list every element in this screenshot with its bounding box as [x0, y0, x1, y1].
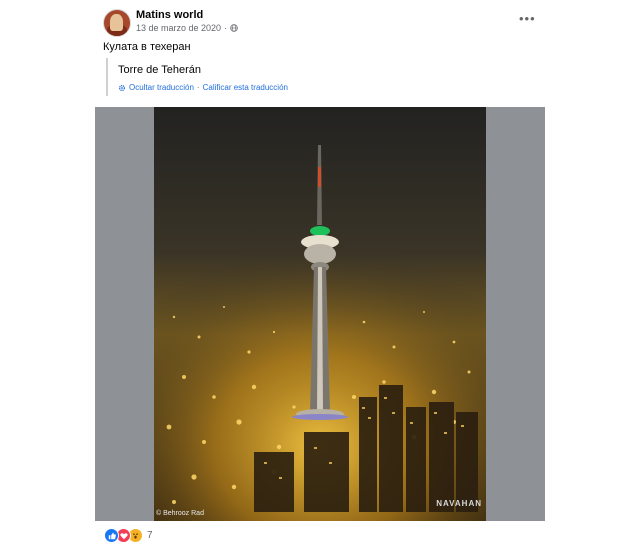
reactions-bar[interactable]: 7 [104, 528, 153, 543]
globe-icon [230, 24, 238, 32]
post-text: Кулата в техеран [103, 41, 191, 53]
author-avatar[interactable] [103, 9, 131, 37]
post-photo[interactable]: © Behrooz Rad NAVAHAN [154, 107, 486, 521]
translation-block: Torre de Teherán Ocultar traducción · Ca… [106, 58, 308, 96]
more-options-icon[interactable]: ••• [519, 11, 536, 26]
post-date[interactable]: 13 de marzo de 2020 [136, 23, 221, 33]
rate-translation-link[interactable]: Calificar esta traducción [203, 83, 288, 92]
post-photo-frame[interactable]: © Behrooz Rad NAVAHAN [95, 107, 545, 521]
gear-icon [118, 84, 126, 91]
photo-credit: © Behrooz Rad [156, 510, 204, 517]
post-meta: 13 de marzo de 2020 · [136, 23, 238, 33]
photo-watermark: NAVAHAN [436, 499, 482, 508]
reaction-count[interactable]: 7 [147, 530, 153, 541]
like-icon [104, 528, 119, 543]
translation-actions: Ocultar traducción · Calificar esta trad… [118, 83, 288, 92]
separator: · [196, 83, 200, 92]
author-name[interactable]: Matins world [136, 9, 203, 21]
tower-photo-illustration [154, 107, 486, 521]
translation-text: Torre de Teherán [118, 64, 201, 76]
hide-translation-link[interactable]: Ocultar traducción [129, 83, 194, 92]
